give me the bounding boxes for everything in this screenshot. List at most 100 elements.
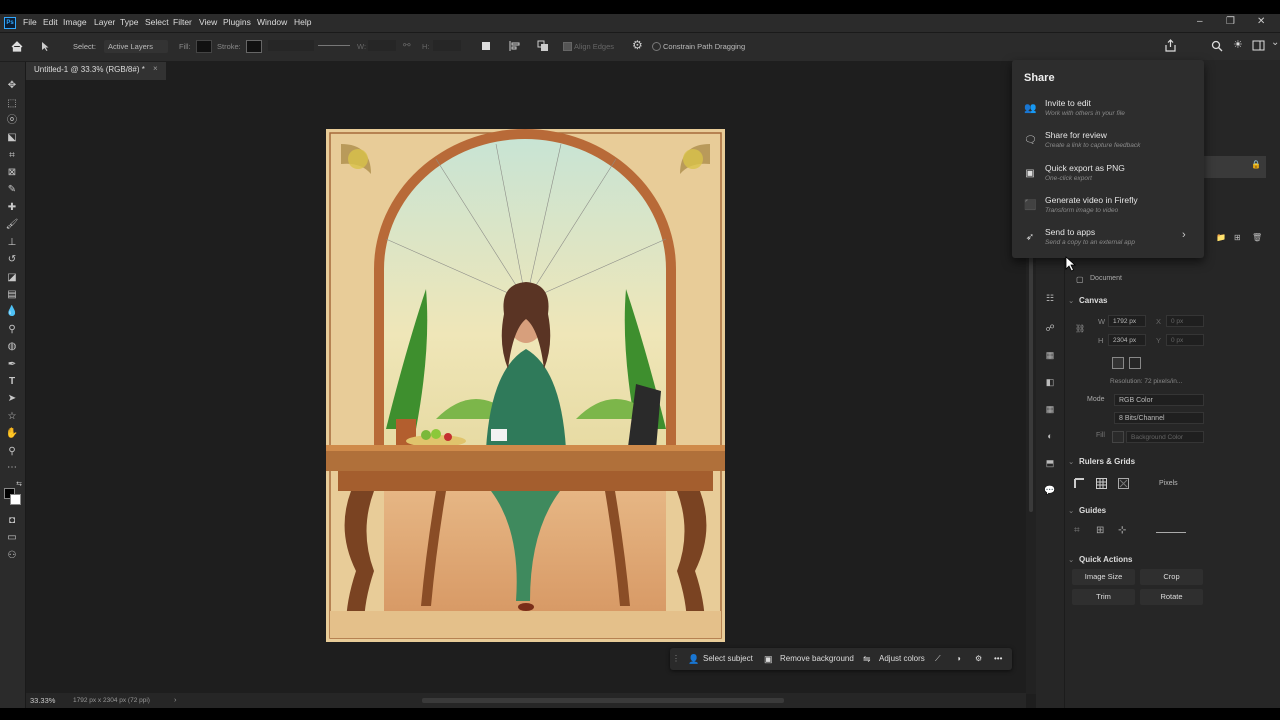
- type-tool-icon[interactable]: T: [5, 376, 19, 388]
- canvas-y-field[interactable]: 0 px: [1166, 334, 1204, 346]
- adjust-colors-button[interactable]: Adjust colors: [879, 648, 925, 670]
- move-tool-icon[interactable]: ✥: [5, 80, 19, 92]
- adjustment-icon[interactable]: ◑: [956, 648, 961, 670]
- rulers-icon[interactable]: [1074, 478, 1085, 489]
- chevron-down-icon[interactable]: ⌄: [1271, 37, 1279, 48]
- color-icon[interactable]: ◐: [1044, 430, 1056, 442]
- select-dropdown[interactable]: Active Layers: [104, 40, 168, 53]
- fill-color-swatch[interactable]: [1112, 431, 1124, 443]
- blur-tool-icon[interactable]: 💧: [5, 306, 19, 318]
- path-operations-icon[interactable]: [482, 42, 490, 50]
- eyedropper-tool-icon[interactable]: ✎: [5, 184, 19, 196]
- canvas-height-field[interactable]: 2304 px: [1108, 334, 1146, 346]
- canvas-width-field[interactable]: 1792 px: [1108, 315, 1146, 327]
- new-group-icon[interactable]: 📁: [1216, 233, 1226, 242]
- dodge-tool-icon[interactable]: ⚲: [5, 324, 19, 336]
- trim-button[interactable]: Trim: [1072, 589, 1135, 605]
- transform-icon[interactable]: ⟋: [935, 648, 941, 670]
- eraser-tool-icon[interactable]: ◪: [5, 272, 19, 284]
- landscape-orientation-icon[interactable]: [1129, 357, 1141, 369]
- healing-brush-tool-icon[interactable]: ✚: [5, 202, 19, 214]
- status-arrow-icon[interactable]: ›: [174, 695, 177, 704]
- stroke-swatch[interactable]: [246, 40, 262, 53]
- share-item-send-apps[interactable]: ➶ Send to apps Send a copy to an externa…: [1012, 227, 1204, 257]
- portrait-orientation-icon[interactable]: [1112, 357, 1124, 369]
- path-alignment-icon[interactable]: [509, 40, 521, 52]
- share-item-review[interactable]: 🗨 Share for review Create a link to capt…: [1012, 130, 1204, 160]
- canvas-x-field[interactable]: 0 px: [1166, 315, 1204, 327]
- menu-file[interactable]: File: [23, 17, 37, 27]
- guides-chevron-icon[interactable]: ⌄: [1068, 506, 1074, 515]
- share-item-export-png[interactable]: ▣ Quick export as PNG One-click export: [1012, 163, 1204, 193]
- menu-select[interactable]: Select: [145, 17, 169, 27]
- horizontal-scroll-thumb[interactable]: [422, 698, 784, 703]
- brush-tool-icon[interactable]: 🖌: [5, 219, 19, 231]
- lasso-tool-icon[interactable]: ⓞ: [5, 115, 19, 127]
- marquee-tool-icon[interactable]: ⬚: [5, 98, 19, 110]
- discover-icon[interactable]: ☀: [1233, 38, 1243, 51]
- share-item-firefly[interactable]: ⬛ Generate video in Firefly Transform im…: [1012, 195, 1204, 225]
- align-edges-checkbox[interactable]: [563, 42, 572, 51]
- menu-type[interactable]: Type: [120, 17, 138, 27]
- restore-button[interactable]: ❐: [1226, 16, 1235, 27]
- bits-dropdown[interactable]: 8 Bits/Channel: [1114, 412, 1204, 424]
- comments-icon[interactable]: 💬: [1044, 484, 1056, 496]
- constrain-checkbox[interactable]: [652, 42, 661, 51]
- clone-stamp-tool-icon[interactable]: ⊥: [5, 237, 19, 249]
- document-tab[interactable]: Untitled-1 @ 33.3% (RGB/8#) * ×: [26, 62, 166, 80]
- mode-dropdown[interactable]: RGB Color: [1114, 394, 1204, 406]
- guide-color-dropdown[interactable]: [1156, 532, 1186, 533]
- history-brush-tool-icon[interactable]: ↺: [5, 254, 19, 266]
- frame-tool-icon[interactable]: ⊠: [5, 167, 19, 179]
- menu-layer[interactable]: Layer: [94, 17, 115, 27]
- drag-handle-icon[interactable]: ⋮: [672, 648, 680, 670]
- smart-guides-icon[interactable]: ⊹: [1118, 525, 1126, 536]
- crop-button[interactable]: Crop: [1140, 569, 1203, 585]
- artwork-image[interactable]: [326, 129, 725, 642]
- rotate-button[interactable]: Rotate: [1140, 589, 1203, 605]
- search-icon[interactable]: [1211, 40, 1223, 52]
- gradient-tool-icon[interactable]: ▤: [5, 289, 19, 301]
- quick-mask-icon[interactable]: ◘: [5, 515, 19, 527]
- remove-background-button[interactable]: Remove background: [780, 648, 854, 670]
- sponge-tool-icon[interactable]: ◍: [5, 341, 19, 353]
- canvas-chevron-icon[interactable]: ⌄: [1068, 296, 1074, 305]
- menu-window[interactable]: Window: [257, 17, 287, 27]
- generate-icon[interactable]: ⚙: [975, 648, 982, 670]
- menu-help[interactable]: Help: [294, 17, 311, 27]
- swatches-icon[interactable]: ▦: [1044, 349, 1056, 361]
- close-tab-icon[interactable]: ×: [153, 64, 158, 73]
- home-icon[interactable]: [11, 41, 23, 52]
- path-arrangement-icon[interactable]: [537, 40, 549, 52]
- zoom-level[interactable]: 33.33%: [30, 696, 55, 705]
- share-item-invite[interactable]: 👥 Invite to edit Work with others in you…: [1012, 98, 1204, 128]
- background-color-swatch[interactable]: [10, 494, 21, 505]
- more-options-button[interactable]: •••: [994, 648, 1002, 670]
- hand-tool-icon[interactable]: ✋: [5, 428, 19, 440]
- fill-swatch[interactable]: [196, 40, 212, 53]
- guides-layout-icon[interactable]: ⊞: [1096, 525, 1104, 536]
- screen-mode-icon[interactable]: ▭: [5, 532, 19, 544]
- adjustments-icon[interactable]: ◧: [1044, 376, 1056, 388]
- height-field[interactable]: [433, 40, 461, 51]
- width-field[interactable]: [368, 40, 396, 51]
- rulers-chevron-icon[interactable]: ⌄: [1068, 457, 1074, 466]
- new-layer-icon[interactable]: ⊞: [1234, 233, 1241, 242]
- link-dimensions-icon[interactable]: ⛓: [1075, 324, 1085, 333]
- pixel-grid-icon[interactable]: [1118, 478, 1129, 489]
- workspace-icon[interactable]: [1252, 40, 1265, 51]
- menu-edit[interactable]: Edit: [43, 17, 58, 27]
- shape-tool-icon[interactable]: ☆: [5, 411, 19, 423]
- quick-actions-chevron-icon[interactable]: ⌄: [1068, 555, 1074, 564]
- properties-icon[interactable]: ☷: [1044, 292, 1056, 304]
- more-tools-icon[interactable]: ⋯: [5, 462, 19, 474]
- share-icon[interactable]: [1164, 39, 1177, 52]
- menu-filter[interactable]: Filter: [173, 17, 192, 27]
- crop-tool-icon[interactable]: ⌗: [5, 150, 19, 162]
- menu-view[interactable]: View: [199, 17, 217, 27]
- libraries-icon[interactable]: ⬒: [1044, 457, 1056, 469]
- pen-tool-icon[interactable]: ✒: [5, 359, 19, 371]
- path-selection-tool-icon[interactable]: ➤: [5, 393, 19, 405]
- fill-dropdown[interactable]: Background Color: [1126, 431, 1204, 443]
- stroke-style-dropdown[interactable]: [318, 45, 350, 46]
